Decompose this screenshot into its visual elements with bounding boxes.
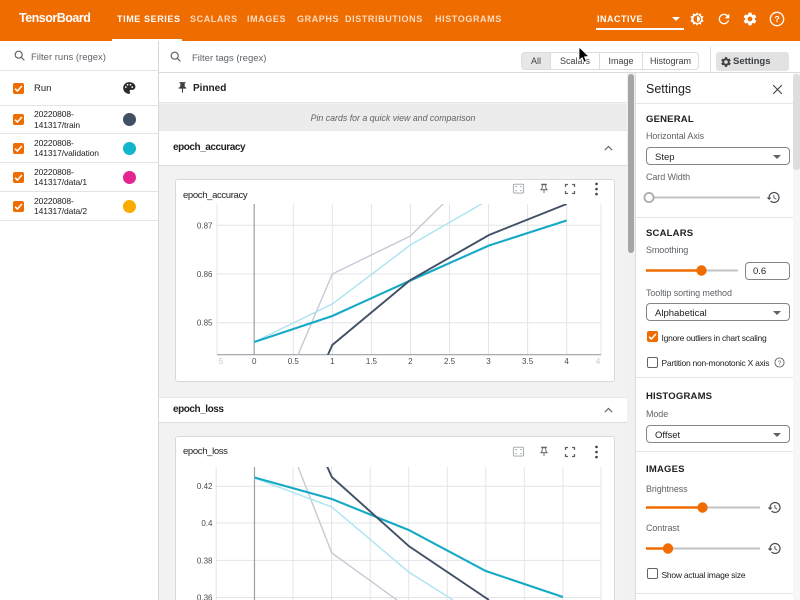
- svg-text:4: 4: [596, 357, 601, 366]
- svg-text:?: ?: [778, 360, 782, 367]
- svg-text:0.85: 0.85: [197, 319, 213, 328]
- svg-text:0: 0: [252, 357, 257, 366]
- svg-text:1.5: 1.5: [366, 357, 378, 366]
- svg-text:?: ?: [774, 14, 779, 24]
- svg-text:2: 2: [408, 357, 413, 366]
- svg-text:0.5: 0.5: [288, 357, 300, 366]
- svg-text:0.87: 0.87: [197, 221, 213, 230]
- svg-text:0.42: 0.42: [197, 482, 213, 491]
- svg-text:0.86: 0.86: [197, 270, 213, 279]
- svg-text:1: 1: [330, 357, 335, 366]
- svg-text:0.4: 0.4: [201, 519, 213, 528]
- svg-text:4: 4: [564, 357, 569, 366]
- svg-text:0.36: 0.36: [197, 594, 213, 600]
- svg-text:0.38: 0.38: [197, 556, 213, 565]
- svg-text:5: 5: [219, 357, 224, 366]
- svg-text:3.5: 3.5: [522, 357, 534, 366]
- svg-text:3: 3: [486, 357, 491, 366]
- svg-text:2.5: 2.5: [444, 357, 456, 366]
